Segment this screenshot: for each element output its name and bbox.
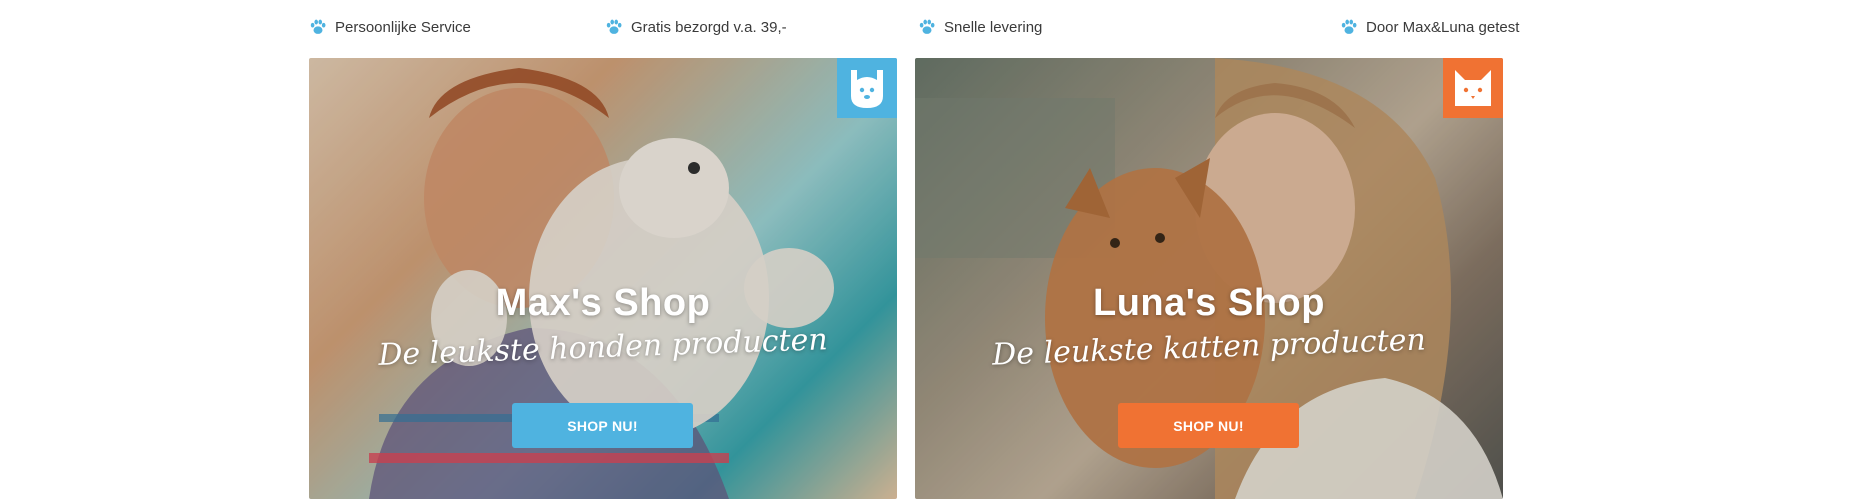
paw-icon — [1341, 19, 1357, 34]
usp-label: Snelle levering — [944, 18, 1043, 36]
cat-badge — [1443, 58, 1503, 118]
dog-icon — [851, 70, 883, 108]
paw-icon — [606, 19, 622, 34]
usp-label: Door Max&Luna getest — [1366, 18, 1520, 36]
usp-label: Persoonlijke Service — [335, 18, 471, 36]
shop-now-button-max[interactable]: SHOP NU! — [512, 403, 693, 448]
usp-item-fast-delivery: Snelle levering — [918, 16, 1042, 38]
luna-shop-card[interactable]: Luna's Shop De leukste katten producten … — [915, 58, 1503, 499]
card-title: Max's Shop — [495, 282, 711, 324]
shop-now-button-luna[interactable]: SHOP NU! — [1118, 403, 1299, 448]
paw-icon — [310, 19, 326, 34]
card-title: Luna's Shop — [1093, 282, 1325, 324]
usp-item-free-delivery: Gratis bezorgd v.a. 39,- — [605, 16, 787, 38]
paw-icon — [919, 19, 935, 34]
usp-label: Gratis bezorgd v.a. 39,- — [631, 18, 787, 36]
dog-badge — [837, 58, 897, 118]
max-shop-card[interactable]: Max's Shop De leukste honden producten S… — [309, 58, 897, 499]
cat-icon — [1455, 70, 1491, 106]
usp-item-tested: Door Max&Luna getest — [1340, 16, 1519, 38]
usp-item-service: Persoonlijke Service — [309, 16, 471, 38]
